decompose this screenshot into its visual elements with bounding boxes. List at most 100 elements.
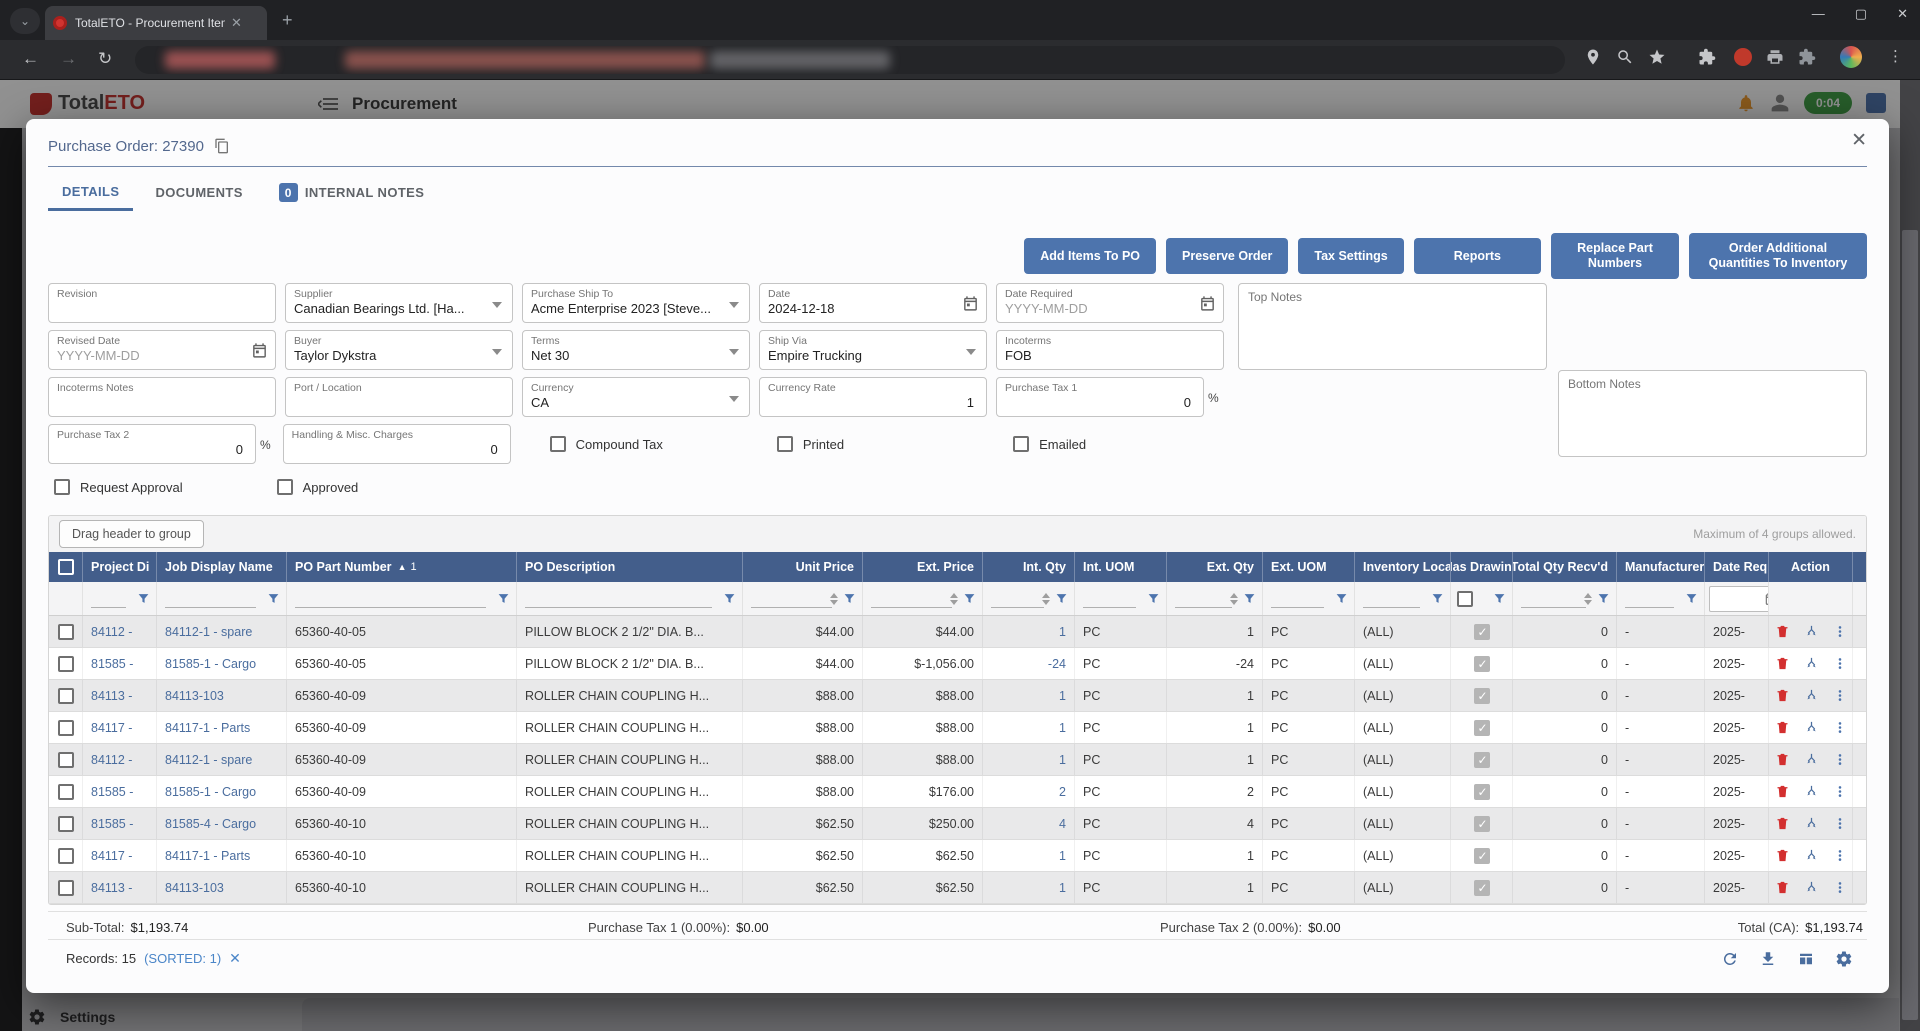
split-line-button[interactable] [1797, 624, 1826, 639]
emailed-checkbox[interactable]: Emailed [1013, 424, 1086, 464]
int_qty-link[interactable]: 1 [1059, 849, 1066, 863]
refresh-icon[interactable] [1721, 950, 1739, 968]
filter-inv_loc[interactable] [1355, 582, 1451, 615]
row-checkbox[interactable] [58, 720, 74, 736]
col-header-manufacturer[interactable]: Manufacturer I [1617, 552, 1705, 582]
row-menu-kebab-button[interactable] [1826, 784, 1854, 799]
filter-funnel-icon[interactable] [1147, 592, 1160, 605]
table-settings-gear-icon[interactable] [1835, 950, 1853, 968]
project-link[interactable]: 84113 - [91, 689, 132, 703]
project-link[interactable]: 81585 - [91, 657, 133, 671]
project-link[interactable]: 84117 - [91, 721, 132, 735]
split-line-button[interactable] [1797, 816, 1826, 831]
filter-unit_price[interactable] [743, 582, 863, 615]
int_qty-link[interactable]: -24 [1048, 657, 1066, 671]
row-menu-kebab-button[interactable] [1826, 816, 1854, 831]
col-header-has_drawing[interactable]: Has Drawing [1451, 552, 1513, 582]
browser-menu-kebab-icon[interactable]: ⋮ [1888, 47, 1903, 65]
order-additional-quantities-button[interactable]: Order Additional Quantities To Inventory [1689, 233, 1867, 279]
printer-icon[interactable] [1766, 48, 1784, 66]
filter-funnel-icon[interactable] [1493, 592, 1506, 605]
reports-button[interactable]: Reports [1414, 238, 1541, 274]
col-header-ext_uom[interactable]: Ext. UOM [1263, 552, 1355, 582]
filter-int_uom[interactable] [1075, 582, 1167, 615]
row-checkbox[interactable] [58, 624, 74, 640]
filter-ext_price[interactable] [863, 582, 983, 615]
printed-checkbox[interactable]: Printed [777, 424, 844, 464]
calendar-icon[interactable] [251, 342, 268, 359]
row-checkbox[interactable] [58, 848, 74, 864]
compound-tax-checkbox[interactable]: Compound Tax [550, 424, 663, 464]
filter-funnel-icon[interactable] [1431, 592, 1444, 605]
row-checkbox[interactable] [58, 784, 74, 800]
job-link[interactable]: 84113-103 [165, 689, 224, 703]
row-menu-kebab-button[interactable] [1826, 720, 1854, 735]
row-menu-kebab-button[interactable] [1826, 656, 1854, 671]
row-checkbox[interactable] [58, 816, 74, 832]
page-scrollbar[interactable] [1900, 80, 1920, 1031]
delete-row-button[interactable] [1769, 816, 1797, 831]
location-icon[interactable] [1584, 48, 1602, 66]
drag-header-to-group[interactable]: Drag header to group [59, 520, 204, 548]
col-header-unit_price[interactable]: Unit Price [743, 552, 863, 582]
int_qty-link[interactable]: 1 [1059, 625, 1066, 639]
download-icon[interactable] [1759, 950, 1777, 968]
row-checkbox[interactable] [58, 752, 74, 768]
purchase-ship-to-select[interactable]: Purchase Ship ToAcme Enterprise 2023 [St… [522, 283, 750, 323]
delete-row-button[interactable] [1769, 688, 1797, 703]
row-menu-kebab-button[interactable] [1826, 848, 1854, 863]
filter-funnel-icon[interactable] [963, 592, 976, 605]
split-line-button[interactable] [1797, 688, 1826, 703]
filter-checkbox[interactable] [1457, 591, 1473, 607]
filter-input-ext_uom[interactable] [1271, 607, 1324, 608]
bottom-notes-textarea[interactable]: Bottom Notes [1558, 370, 1867, 457]
tab-search-icon[interactable]: ⌄ [10, 8, 40, 34]
currency-rate-field[interactable]: Currency Rate1 [759, 377, 987, 417]
spinner-icon[interactable] [1042, 593, 1050, 605]
tab-details[interactable]: DETAILS [48, 173, 133, 211]
col-header-project[interactable]: Project Di [83, 552, 157, 582]
profile-avatar[interactable] [1840, 46, 1862, 68]
job-link[interactable]: 84117-1 - Parts [165, 849, 250, 863]
clear-sort-icon[interactable]: ✕ [229, 950, 241, 967]
split-line-button[interactable] [1797, 656, 1826, 671]
row-menu-kebab-button[interactable] [1826, 752, 1854, 767]
filter-input-qty_recvd[interactable] [1521, 607, 1586, 608]
extensions-puzzle-icon[interactable] [1698, 48, 1716, 66]
date-field[interactable]: Date2024-12-18 [759, 283, 987, 323]
col-header-int_qty[interactable]: Int. Qty [983, 552, 1075, 582]
top-notes-textarea[interactable]: Top Notes [1238, 283, 1547, 370]
filter-input-inv_loc[interactable] [1363, 607, 1420, 608]
calendar-icon[interactable] [1199, 295, 1216, 312]
int_qty-link[interactable]: 2 [1059, 785, 1066, 799]
job-link[interactable]: 84113-103 [165, 881, 224, 895]
split-line-button[interactable] [1797, 880, 1826, 895]
col-header-job[interactable]: Job Display Name [157, 552, 287, 582]
port-location-field[interactable]: Port / Location [285, 377, 513, 417]
filter-funnel-icon[interactable] [1243, 592, 1256, 605]
row-menu-kebab-button[interactable] [1826, 688, 1854, 703]
search-icon[interactable] [1616, 48, 1634, 66]
filter-ext_qty[interactable] [1167, 582, 1263, 615]
job-link[interactable]: 81585-1 - Cargo [165, 785, 256, 799]
split-line-button[interactable] [1797, 784, 1826, 799]
preserve-order-button[interactable]: Preserve Order [1166, 238, 1288, 274]
purchase-tax-1-field[interactable]: Purchase Tax 10 [996, 377, 1204, 417]
col-header-select[interactable] [49, 552, 83, 582]
filter-input-project[interactable] [91, 607, 126, 608]
window-maximize-icon[interactable]: ▢ [1855, 6, 1867, 22]
filter-funnel-icon[interactable] [137, 592, 150, 605]
filter-input-job[interactable] [165, 607, 256, 608]
row-checkbox[interactable] [58, 880, 74, 896]
col-header-ext_price[interactable]: Ext. Price [863, 552, 983, 582]
delete-row-button[interactable] [1769, 624, 1797, 639]
add-items-to-po-button[interactable]: Add Items To PO [1024, 238, 1156, 274]
split-line-button[interactable] [1797, 752, 1826, 767]
int_qty-link[interactable]: 1 [1059, 721, 1066, 735]
filter-funnel-icon[interactable] [267, 592, 280, 605]
int_qty-link[interactable]: 4 [1059, 817, 1066, 831]
bookmark-star-icon[interactable] [1648, 48, 1666, 66]
project-link[interactable]: 84112 - [91, 753, 132, 767]
purchase-tax-2-field[interactable]: Purchase Tax 20 [48, 424, 256, 464]
address-bar[interactable] [135, 46, 1565, 74]
